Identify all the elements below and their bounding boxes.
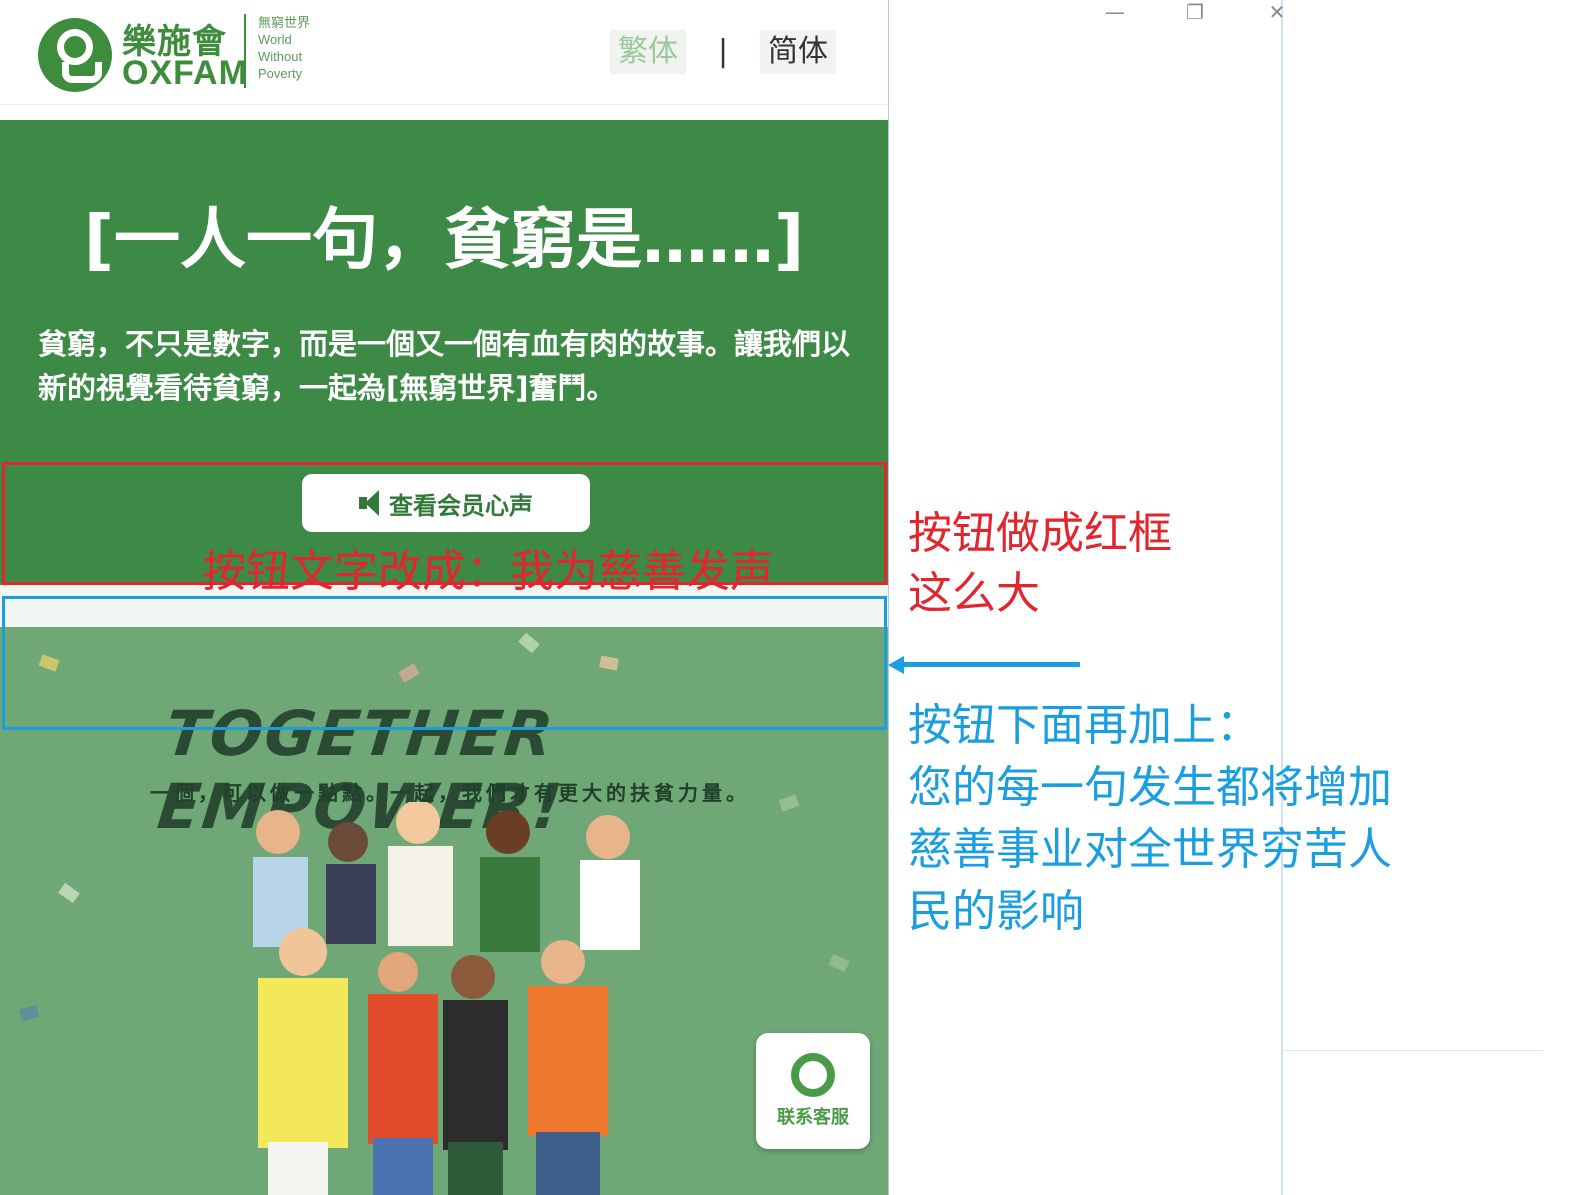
annotation-line: 按钮下面再加上： — [908, 700, 1260, 751]
contact-service-button[interactable]: 联系客服 — [756, 1033, 870, 1149]
oxfam-service-icon — [791, 1053, 835, 1097]
hero-description: 貧窮，不只是數字，而是一個又一個有血有肉的故事。讓我們以新的視覺看待貧窮，一起為… — [38, 327, 851, 405]
confetti-decoration — [18, 1004, 40, 1022]
annotation-blue-frame — [2, 596, 887, 730]
annotation-line: 按钮做成红框 — [908, 508, 1172, 559]
annotation-line: 慈善事业对全世界穷苦人 — [908, 824, 1392, 875]
divider — [1283, 1050, 1543, 1051]
minimize-icon[interactable]: — — [1100, 0, 1130, 24]
logo-english-name: OXFAM — [122, 54, 248, 92]
tagline-line: World — [258, 32, 292, 47]
tagline-line: 無窮世界 — [258, 15, 311, 30]
close-icon[interactable]: ✕ — [1262, 0, 1292, 24]
hero-title: [一人一句，貧窮是……] — [83, 201, 805, 278]
annotation-button-text-note: 按钮文字改成：我为慈善发声 — [202, 546, 774, 597]
tagline-line: Without — [258, 49, 303, 64]
site-header: 樂施會 OXFAM 無窮世界 World Without Poverty 繁体 … — [0, 0, 888, 105]
contact-service-label: 联系客服 — [777, 1107, 849, 1128]
lang-traditional-button[interactable]: 繁体 — [610, 30, 686, 74]
lang-separator: | — [718, 34, 729, 69]
confetti-decoration — [58, 882, 80, 904]
logo-tagline: 無窮世界 World Without Poverty — [258, 14, 310, 82]
lang-simplified-button[interactable]: 简体 — [760, 30, 836, 74]
oxfam-logo-icon[interactable] — [38, 18, 112, 92]
annotation-button-size-note: 按钮做成红框 这么大 — [908, 504, 1172, 624]
annotation-arrow-icon — [888, 656, 904, 674]
logo-divider — [244, 14, 246, 88]
people-illustration — [253, 802, 640, 1195]
annotation-line: 这么大 — [908, 568, 1040, 619]
annotation-line: 民的影响 — [908, 886, 1084, 937]
annotation-line: 您的每一句发生都将增加 — [908, 762, 1392, 813]
annotation-add-below-note: 按钮下面再加上： 您的每一句发生都将增加 慈善事业对全世界穷苦人 民的影响 — [908, 695, 1468, 943]
annotation-arrow-line — [900, 662, 1080, 667]
confetti-decoration — [828, 953, 850, 973]
restore-icon[interactable]: ❐ — [1180, 0, 1210, 24]
tagline-line: Poverty — [258, 66, 303, 81]
